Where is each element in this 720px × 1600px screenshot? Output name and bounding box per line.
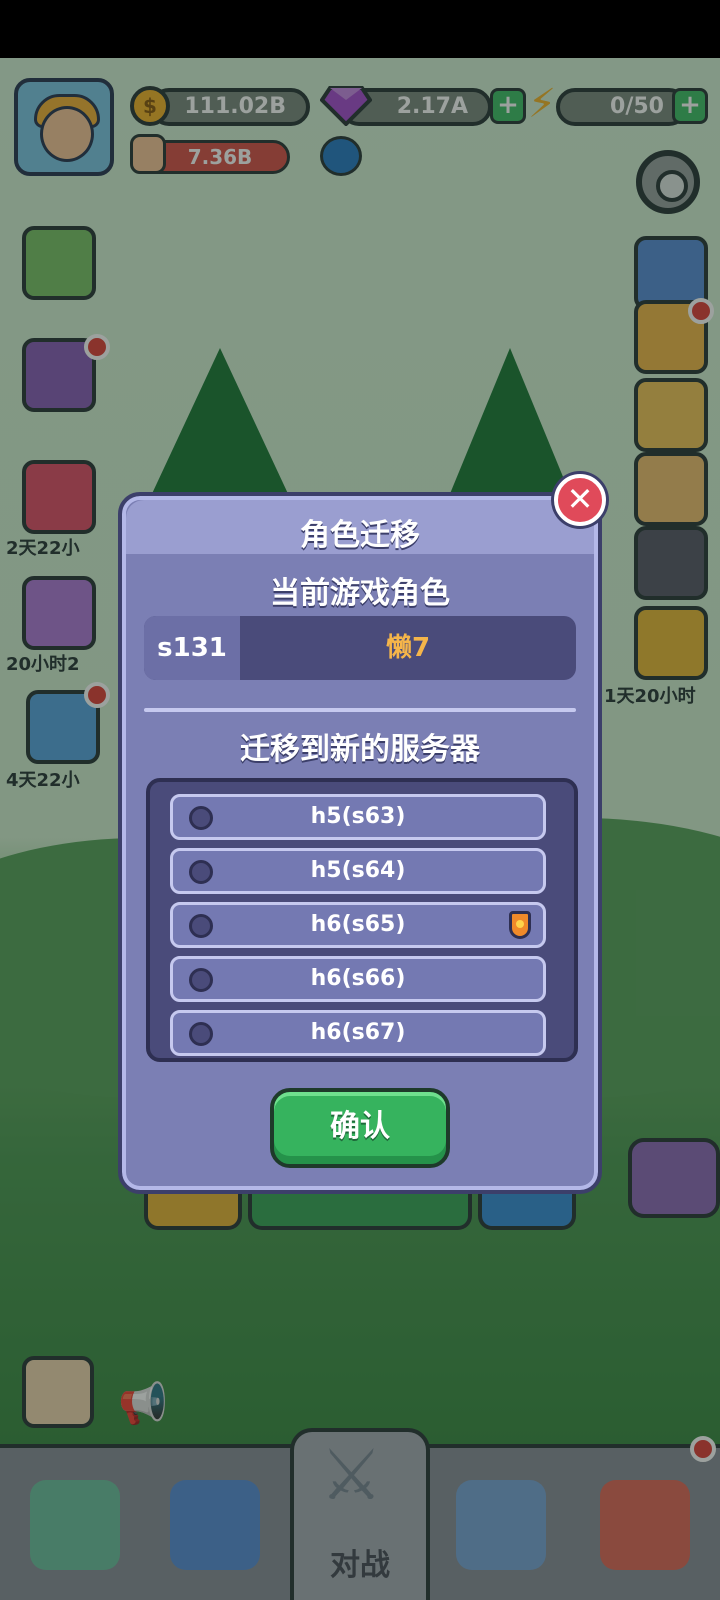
status-bar [0,0,720,58]
current-server-id: s131 [144,616,240,680]
character-migration-dialog: 角色迁移 当前游戏角色 s131 懒7 迁移到新的服务器 h5(s63) h5(… [118,492,602,1194]
close-icon[interactable]: ✕ [554,474,606,526]
server-option-h6-s65[interactable]: h6(s65) [170,902,546,948]
server-option-h6-s66[interactable]: h6(s66) [170,956,546,1002]
server-option-h6-s67[interactable]: h6(s67) [170,1010,546,1056]
current-character-heading: 当前游戏角色 [270,576,450,611]
current-character-row: s131 懒7 [144,616,576,680]
server-option-label: h6(s67) [310,1020,406,1045]
server-option-label: h6(s66) [310,966,406,991]
server-option-label: h5(s63) [310,804,406,829]
current-character-name: 懒7 [385,633,431,663]
dialog-title: 角色迁移 [300,518,420,553]
server-option-h5-s64[interactable]: h5(s64) [170,848,546,894]
confirm-button[interactable]: 确认 [270,1088,450,1168]
target-server-heading: 迁移到新的服务器 [240,732,480,767]
recommended-badge-icon [509,911,531,939]
server-option-label: h5(s64) [310,858,406,883]
server-option-label: h6(s65) [310,912,406,937]
section-divider [144,708,576,712]
server-list: h5(s63) h5(s64) h6(s65) h6(s66) h6(s67) [146,778,578,1062]
server-option-h5-s63[interactable]: h5(s63) [170,794,546,840]
